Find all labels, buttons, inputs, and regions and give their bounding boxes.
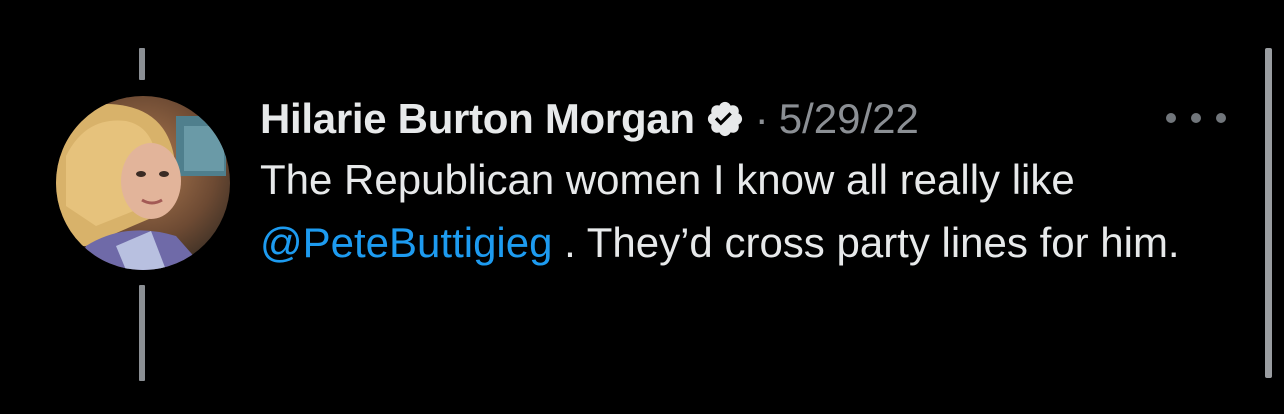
separator-dot: · xyxy=(754,95,769,142)
tweet-timestamp[interactable]: 5/29/22 xyxy=(779,95,919,143)
tweet-text-part1: The Republican women I know all really l… xyxy=(260,156,1075,203)
tweet-content: Hilarie Burton Morgan · 5/29/22 The Repu… xyxy=(260,88,1226,274)
thread-line-top xyxy=(139,48,145,80)
tweet-text: The Republican women I know all really l… xyxy=(260,148,1220,274)
mention-link[interactable]: @PeteButtigieg xyxy=(260,219,552,266)
avatar-image xyxy=(56,96,230,270)
tweet-header: Hilarie Burton Morgan · 5/29/22 xyxy=(260,88,1226,150)
more-dot xyxy=(1166,113,1176,123)
scrollbar[interactable] xyxy=(1265,48,1272,378)
avatar[interactable] xyxy=(56,96,230,270)
verified-badge-icon xyxy=(705,99,745,139)
more-dot xyxy=(1216,113,1226,123)
thread-line-bottom xyxy=(139,285,145,381)
author-name[interactable]: Hilarie Burton Morgan xyxy=(260,95,695,143)
more-dot xyxy=(1191,113,1201,123)
more-options-icon[interactable] xyxy=(1166,108,1226,128)
tweet-text-part2: . They’d cross party lines for him. xyxy=(552,219,1180,266)
